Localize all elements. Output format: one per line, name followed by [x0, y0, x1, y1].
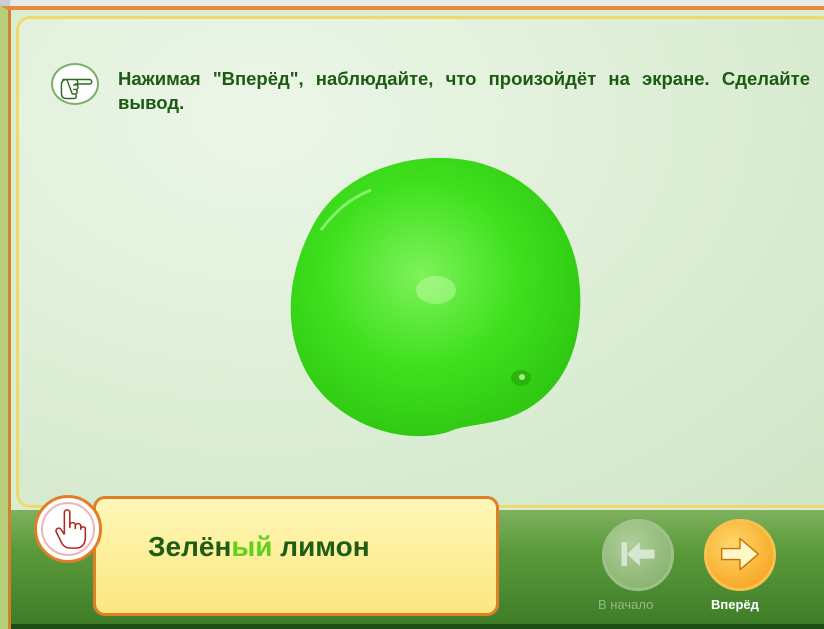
pointing-hand-icon [51, 63, 99, 105]
next-label[interactable]: Вперёд [711, 597, 759, 612]
next-button[interactable] [704, 519, 776, 591]
instruction-text: Нажимая "Вперёд", наблюдайте, что произо… [118, 68, 810, 113]
to-start-button[interactable] [602, 519, 674, 591]
lemon-image [290, 157, 581, 437]
caption-text: Зелёный лимон [148, 531, 370, 563]
caption-part2: лимон [272, 531, 370, 562]
to-start-label[interactable]: В начало [598, 597, 653, 612]
caption-part1: Зелён [148, 531, 232, 562]
raised-finger-hand-icon [34, 495, 102, 563]
bottom-bar-edge [11, 624, 824, 629]
caption-highlight: ый [231, 531, 273, 562]
